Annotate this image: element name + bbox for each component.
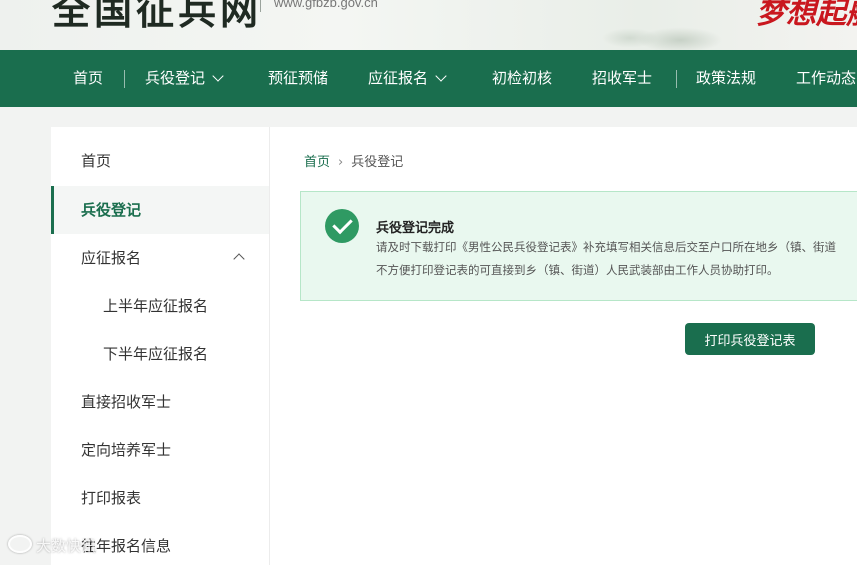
sidebar-item-military-registration[interactable]: 兵役登记: [51, 186, 269, 234]
sidebar-item-enlistment-signup[interactable]: 应征报名: [51, 234, 269, 282]
chevron-right-icon: ›: [338, 155, 344, 170]
sidebar-item-label: 打印报表: [81, 489, 142, 507]
nav-item-label: 招收军士: [592, 69, 653, 87]
sidebar-item-label: 定向培养军士: [81, 441, 172, 459]
nav-item-label: 首页: [73, 69, 104, 87]
sidebar-item-label: 直接招收军士: [81, 393, 172, 411]
sidebar-item-label: 下半年应征报名: [103, 345, 209, 363]
watermark-logo-icon: [8, 535, 32, 553]
sidebar-item-label: 兵役登记: [81, 201, 142, 219]
chevron-down-icon: [212, 70, 224, 82]
header-decoration: [600, 0, 760, 50]
success-alert: 兵役登记完成 请及时下载打印《男性公民兵役登记表》补充填写相关信息后交至户口所在…: [300, 191, 857, 301]
chevron-up-icon: [233, 253, 245, 265]
nav-item-enlistment-signup[interactable]: 应征报名: [368, 50, 447, 107]
nav-item-policy[interactable]: 政策法规: [696, 50, 756, 107]
nav-item-home[interactable]: 首页: [73, 50, 103, 107]
watermark: 大数快讯: [8, 535, 96, 556]
breadcrumb-current: 兵役登记: [351, 155, 404, 170]
nav-item-label: 预征预储: [268, 69, 329, 87]
main-content: 首页 › 兵役登记 兵役登记完成 请及时下载打印《男性公民兵役登记表》补充填写相关信…: [270, 127, 857, 565]
breadcrumb: 首页 › 兵役登记: [304, 151, 403, 170]
sidebar: 首页 兵役登记 应征报名 上半年应征报名 下半年应征报名 直接招收军士 定向培养…: [51, 127, 270, 565]
sidebar-item-print-report[interactable]: 打印报表: [51, 474, 269, 522]
sidebar-item-second-half-signup[interactable]: 下半年应征报名: [51, 330, 269, 378]
nav-item-recruit-nco[interactable]: 招收军士: [592, 50, 652, 107]
chevron-down-icon: [435, 70, 447, 82]
nav-item-label: 工作动态: [796, 69, 857, 87]
nav-item-military-registration[interactable]: 兵役登记: [145, 50, 224, 107]
nav-separator: [676, 70, 677, 88]
slogan: 梦想起航: [756, 0, 857, 31]
nav-separator: [124, 70, 125, 88]
site-url: www.gfbzb.gov.cn: [274, 0, 378, 10]
sidebar-item-direct-nco[interactable]: 直接招收军士: [51, 378, 269, 426]
sidebar-item-first-half-signup[interactable]: 上半年应征报名: [51, 282, 269, 330]
alert-message-line: 请及时下载打印《男性公民兵役登记表》补充填写相关信息后交至户口所在地乡（镇、街道: [376, 240, 836, 254]
nav-item-label: 政策法规: [696, 69, 757, 87]
site-header: 全国征兵网 www.gfbzb.gov.cn 梦想起航: [0, 0, 857, 50]
sidebar-item-label: 应征报名: [81, 249, 142, 267]
nav-item-initial-check[interactable]: 初检初核: [492, 50, 552, 107]
site-name[interactable]: 全国征兵网: [52, 0, 262, 35]
nav-item-news[interactable]: 工作动态: [796, 50, 856, 107]
check-circle-icon: [325, 209, 359, 243]
nav-item-label: 应征报名: [368, 69, 429, 87]
watermark-text: 大数快讯: [36, 537, 97, 555]
alert-message-line: 不方便打印登记表的可直接到乡（镇、街道）人民武装部由工作人员协助打印。: [376, 263, 779, 277]
main-nav: 首页 兵役登记 预征预储 应征报名 初检初核 招收军士 政策法规 工作动态: [0, 50, 857, 107]
alert-title: 兵役登记完成: [376, 221, 455, 236]
breadcrumb-home-link[interactable]: 首页: [304, 155, 330, 170]
nav-item-pre-enlistment[interactable]: 预征预储: [268, 50, 328, 107]
sidebar-item-directed-nco[interactable]: 定向培养军士: [51, 426, 269, 474]
sidebar-item-home[interactable]: 首页: [51, 137, 269, 185]
print-registration-form-button[interactable]: 打印兵役登记表: [685, 323, 815, 355]
header-divider: [260, 0, 261, 12]
sidebar-item-label: 上半年应征报名: [103, 297, 209, 315]
nav-item-label: 初检初核: [492, 69, 553, 87]
nav-item-label: 兵役登记: [145, 69, 206, 87]
sidebar-item-label: 首页: [81, 152, 112, 170]
